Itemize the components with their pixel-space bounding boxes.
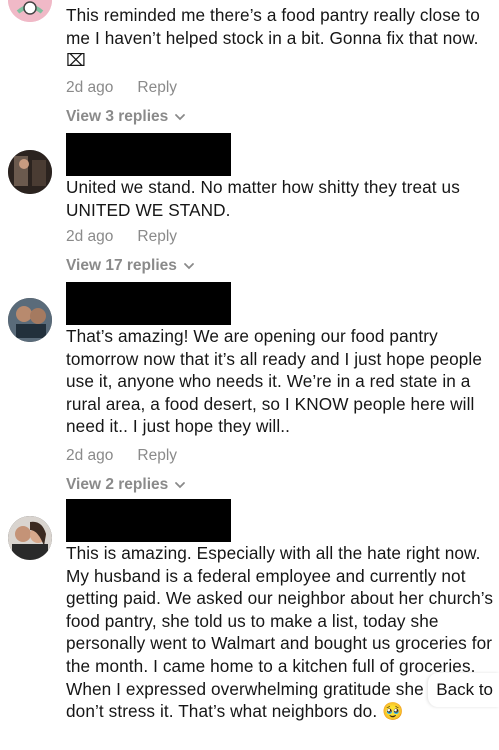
view-replies-label: View 2 replies — [66, 476, 169, 493]
redacted-username — [66, 499, 231, 542]
comment-text: That’s amazing! We are opening our food … — [66, 326, 483, 437]
comment-text: This reminded me there’s a food pantry r… — [66, 5, 480, 71]
redacted-username — [66, 133, 231, 176]
avatar[interactable] — [8, 516, 52, 560]
comment-age: 2d ago — [66, 79, 114, 96]
comment-age: 2d ago — [66, 228, 114, 245]
back-button[interactable]: Back to — [428, 673, 499, 707]
chevron-down-icon — [175, 482, 186, 489]
comment-meta: 2d ago Reply — [66, 79, 177, 97]
avatar-image — [8, 516, 52, 560]
avatar-image — [8, 298, 52, 342]
comment-meta: 2d ago Reply — [66, 447, 177, 465]
chevron-down-icon — [175, 114, 186, 121]
reply-button[interactable]: Reply — [137, 79, 177, 97]
reply-button[interactable]: Reply — [137, 228, 177, 246]
view-replies-label: View 17 replies — [66, 257, 177, 274]
redacted-username — [66, 282, 231, 325]
view-replies-button[interactable]: View 3 replies — [66, 108, 186, 126]
avatar[interactable] — [8, 150, 52, 194]
reply-button[interactable]: Reply — [137, 447, 177, 465]
comment-meta: 2d ago Reply — [66, 228, 177, 246]
avatar[interactable] — [8, 0, 52, 22]
comment-age: 2d ago — [66, 447, 114, 464]
avatar-image — [8, 0, 52, 22]
view-replies-button[interactable]: View 17 replies — [66, 257, 195, 275]
avatar[interactable] — [8, 298, 52, 342]
avatar-image — [8, 150, 52, 194]
chevron-down-icon — [183, 263, 194, 270]
view-replies-button[interactable]: View 2 replies — [66, 476, 186, 494]
view-replies-label: View 3 replies — [66, 108, 169, 125]
comment-text: United we stand. No matter how shitty th… — [66, 177, 460, 220]
